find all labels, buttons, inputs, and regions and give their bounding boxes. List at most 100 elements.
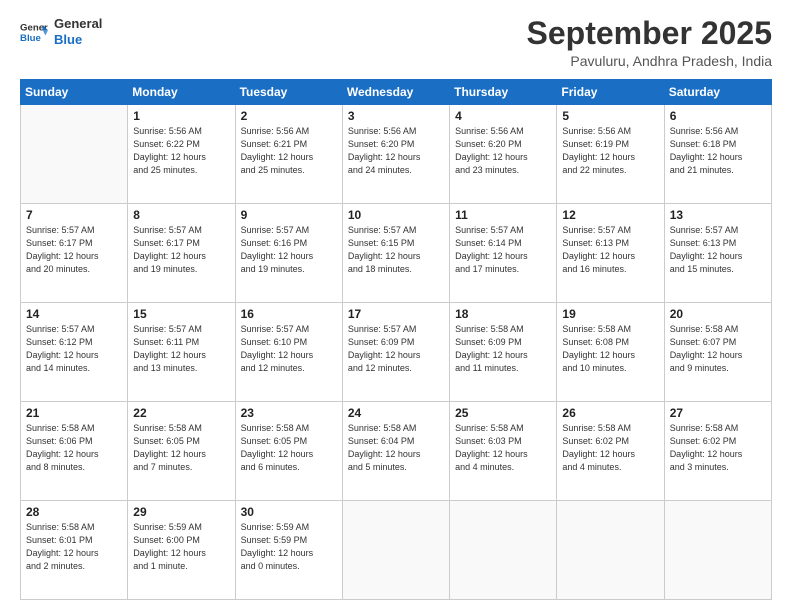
- location: Pavuluru, Andhra Pradesh, India: [527, 53, 772, 69]
- calendar-cell: [557, 501, 664, 600]
- calendar-cell: 9 Sunrise: 5:57 AM Sunset: 6:16 PM Daylig…: [235, 204, 342, 303]
- weekday-header-tuesday: Tuesday: [235, 80, 342, 105]
- calendar-cell: 12 Sunrise: 5:57 AM Sunset: 6:13 PM Dayli…: [557, 204, 664, 303]
- calendar-cell: [450, 501, 557, 600]
- day-number: 8: [133, 208, 229, 222]
- calendar-cell: 24Sunrise: 5:58 AM Sunset: 6:04 PM Dayli…: [342, 402, 449, 501]
- calendar-cell: 19Sunrise: 5:58 AM Sunset: 6:08 PM Dayli…: [557, 303, 664, 402]
- header: General Blue General Blue September 2025…: [20, 16, 772, 69]
- day-info: Sunrise: 5:56 AM Sunset: 6:22 PM Dayligh…: [133, 125, 229, 177]
- day-number: 26: [562, 406, 658, 420]
- calendar-cell: 7Sunrise: 5:57 AM Sunset: 6:17 PM Daylig…: [21, 204, 128, 303]
- day-info: Sunrise: 5:57 AM Sunset: 6:17 PM Dayligh…: [133, 224, 229, 276]
- calendar-cell: 23 Sunrise: 5:58 AM Sunset: 6:05 PM Dayli…: [235, 402, 342, 501]
- day-info: Sunrise: 5:57 AM Sunset: 6:09 PM Dayligh…: [348, 323, 444, 375]
- day-info: Sunrise: 5:58 AM Sunset: 6:08 PM Dayligh…: [562, 323, 658, 375]
- day-info: Sunrise: 5:57 AM Sunset: 6:16 PM Dayligh…: [241, 224, 337, 276]
- day-info: Sunrise: 5:57 AM Sunset: 6:12 PM Dayligh…: [26, 323, 122, 375]
- day-number: 27: [670, 406, 766, 420]
- calendar-cell: 3 Sunrise: 5:56 AM Sunset: 6:20 PM Daylig…: [342, 105, 449, 204]
- day-number: 22: [133, 406, 229, 420]
- calendar-cell: 1 Sunrise: 5:56 AM Sunset: 6:22 PM Daylig…: [128, 105, 235, 204]
- calendar-cell: 5 Sunrise: 5:56 AM Sunset: 6:19 PM Daylig…: [557, 105, 664, 204]
- day-info: Sunrise: 5:59 AM Sunset: 6:00 PM Dayligh…: [133, 521, 229, 573]
- day-number: 25: [455, 406, 551, 420]
- calendar-week-0: 1 Sunrise: 5:56 AM Sunset: 6:22 PM Daylig…: [21, 105, 772, 204]
- day-number: 7: [26, 208, 122, 222]
- logo-icon: General Blue: [20, 18, 48, 46]
- day-info: Sunrise: 5:59 AM Sunset: 5:59 PM Dayligh…: [241, 521, 337, 573]
- day-number: 15: [133, 307, 229, 321]
- calendar-cell: 10Sunrise: 5:57 AM Sunset: 6:15 PM Dayli…: [342, 204, 449, 303]
- day-info: Sunrise: 5:57 AM Sunset: 6:13 PM Dayligh…: [670, 224, 766, 276]
- day-info: Sunrise: 5:56 AM Sunset: 6:20 PM Dayligh…: [348, 125, 444, 177]
- calendar-cell: 20 Sunrise: 5:58 AM Sunset: 6:07 PM Dayli…: [664, 303, 771, 402]
- day-info: Sunrise: 5:58 AM Sunset: 6:02 PM Dayligh…: [670, 422, 766, 474]
- day-info: Sunrise: 5:56 AM Sunset: 6:20 PM Dayligh…: [455, 125, 551, 177]
- calendar-cell: 30Sunrise: 5:59 AM Sunset: 5:59 PM Dayli…: [235, 501, 342, 600]
- weekday-header-monday: Monday: [128, 80, 235, 105]
- calendar-cell: 27 Sunrise: 5:58 AM Sunset: 6:02 PM Dayli…: [664, 402, 771, 501]
- day-info: Sunrise: 5:57 AM Sunset: 6:13 PM Dayligh…: [562, 224, 658, 276]
- day-number: 5: [562, 109, 658, 123]
- day-number: 23: [241, 406, 337, 420]
- day-number: 20: [670, 307, 766, 321]
- day-number: 6: [670, 109, 766, 123]
- calendar-cell: [342, 501, 449, 600]
- calendar-cell: 25 Sunrise: 5:58 AM Sunset: 6:03 PM Dayli…: [450, 402, 557, 501]
- calendar-week-4: 28 Sunrise: 5:58 AM Sunset: 6:01 PM Dayli…: [21, 501, 772, 600]
- calendar-cell: 4 Sunrise: 5:56 AM Sunset: 6:20 PM Daylig…: [450, 105, 557, 204]
- day-number: 3: [348, 109, 444, 123]
- calendar-cell: 6 Sunrise: 5:56 AM Sunset: 6:18 PM Daylig…: [664, 105, 771, 204]
- calendar-cell: 15 Sunrise: 5:57 AM Sunset: 6:11 PM Dayli…: [128, 303, 235, 402]
- day-number: 28: [26, 505, 122, 519]
- calendar-cell: 14 Sunrise: 5:57 AM Sunset: 6:12 PM Dayli…: [21, 303, 128, 402]
- calendar-cell: 17 Sunrise: 5:57 AM Sunset: 6:09 PM Dayli…: [342, 303, 449, 402]
- day-number: 12: [562, 208, 658, 222]
- calendar-cell: [21, 105, 128, 204]
- day-info: Sunrise: 5:57 AM Sunset: 6:11 PM Dayligh…: [133, 323, 229, 375]
- weekday-header-saturday: Saturday: [664, 80, 771, 105]
- calendar-header-row: SundayMondayTuesdayWednesdayThursdayFrid…: [21, 80, 772, 105]
- day-number: 13: [670, 208, 766, 222]
- calendar-cell: 2 Sunrise: 5:56 AM Sunset: 6:21 PM Daylig…: [235, 105, 342, 204]
- weekday-header-thursday: Thursday: [450, 80, 557, 105]
- day-number: 21: [26, 406, 122, 420]
- day-info: Sunrise: 5:58 AM Sunset: 6:09 PM Dayligh…: [455, 323, 551, 375]
- calendar-cell: 29Sunrise: 5:59 AM Sunset: 6:00 PM Dayli…: [128, 501, 235, 600]
- day-info: Sunrise: 5:56 AM Sunset: 6:19 PM Dayligh…: [562, 125, 658, 177]
- logo: General Blue General Blue: [20, 16, 102, 47]
- page: General Blue General Blue September 2025…: [0, 0, 792, 612]
- calendar-cell: 21 Sunrise: 5:58 AM Sunset: 6:06 PM Dayli…: [21, 402, 128, 501]
- calendar-cell: 13 Sunrise: 5:57 AM Sunset: 6:13 PM Dayli…: [664, 204, 771, 303]
- logo-general: General: [54, 16, 102, 32]
- day-number: 1: [133, 109, 229, 123]
- calendar-cell: 18 Sunrise: 5:58 AM Sunset: 6:09 PM Dayli…: [450, 303, 557, 402]
- day-number: 10: [348, 208, 444, 222]
- day-info: Sunrise: 5:58 AM Sunset: 6:07 PM Dayligh…: [670, 323, 766, 375]
- day-info: Sunrise: 5:58 AM Sunset: 6:05 PM Dayligh…: [241, 422, 337, 474]
- day-info: Sunrise: 5:58 AM Sunset: 6:01 PM Dayligh…: [26, 521, 122, 573]
- day-number: 18: [455, 307, 551, 321]
- day-info: Sunrise: 5:56 AM Sunset: 6:21 PM Dayligh…: [241, 125, 337, 177]
- calendar-table: SundayMondayTuesdayWednesdayThursdayFrid…: [20, 79, 772, 600]
- day-number: 9: [241, 208, 337, 222]
- day-info: Sunrise: 5:56 AM Sunset: 6:18 PM Dayligh…: [670, 125, 766, 177]
- weekday-header-sunday: Sunday: [21, 80, 128, 105]
- day-number: 24: [348, 406, 444, 420]
- day-info: Sunrise: 5:58 AM Sunset: 6:03 PM Dayligh…: [455, 422, 551, 474]
- day-number: 17: [348, 307, 444, 321]
- day-info: Sunrise: 5:57 AM Sunset: 6:14 PM Dayligh…: [455, 224, 551, 276]
- svg-text:Blue: Blue: [20, 32, 41, 43]
- day-number: 4: [455, 109, 551, 123]
- day-info: Sunrise: 5:58 AM Sunset: 6:06 PM Dayligh…: [26, 422, 122, 474]
- title-block: September 2025 Pavuluru, Andhra Pradesh,…: [527, 16, 772, 69]
- weekday-header-wednesday: Wednesday: [342, 80, 449, 105]
- day-info: Sunrise: 5:57 AM Sunset: 6:10 PM Dayligh…: [241, 323, 337, 375]
- day-number: 16: [241, 307, 337, 321]
- calendar-cell: 26Sunrise: 5:58 AM Sunset: 6:02 PM Dayli…: [557, 402, 664, 501]
- day-number: 2: [241, 109, 337, 123]
- day-info: Sunrise: 5:58 AM Sunset: 6:05 PM Dayligh…: [133, 422, 229, 474]
- day-number: 11: [455, 208, 551, 222]
- day-number: 14: [26, 307, 122, 321]
